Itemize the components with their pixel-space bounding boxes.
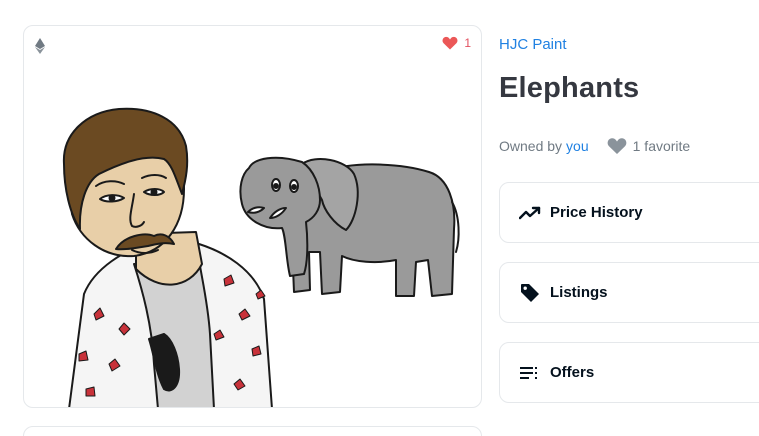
owner-line: Owned by you 1 favorite: [499, 137, 690, 155]
offers-panel[interactable]: Offers: [499, 342, 759, 403]
artwork-image: [62, 107, 460, 407]
trending-up-icon: [519, 202, 541, 224]
secondary-card: [23, 426, 482, 436]
artwork-card[interactable]: 1: [23, 25, 482, 408]
price-history-panel[interactable]: Price History: [499, 182, 759, 243]
offers-label: Offers: [550, 364, 595, 381]
owner-link[interactable]: you: [566, 138, 589, 154]
tag-icon: [519, 282, 541, 304]
elephant-drawing: [239, 156, 460, 297]
ethereum-icon: [35, 38, 45, 54]
man-drawing: [62, 107, 273, 407]
collection-link[interactable]: HJC Paint: [499, 36, 567, 53]
item-title: Elephants: [499, 72, 640, 104]
listings-label: Listings: [550, 284, 608, 301]
owned-by-label: Owned by: [499, 138, 563, 154]
artwork-card-header: 1: [24, 26, 481, 64]
price-history-label: Price History: [550, 204, 643, 221]
list-icon: [519, 362, 541, 384]
listings-panel[interactable]: Listings: [499, 262, 759, 323]
heart-filled-icon: [442, 36, 458, 50]
favorite-toggle[interactable]: 1: [442, 36, 471, 50]
heart-icon: [607, 138, 626, 154]
favorite-count: 1: [464, 36, 471, 50]
favorites-count-text[interactable]: 1 favorite: [633, 138, 691, 154]
